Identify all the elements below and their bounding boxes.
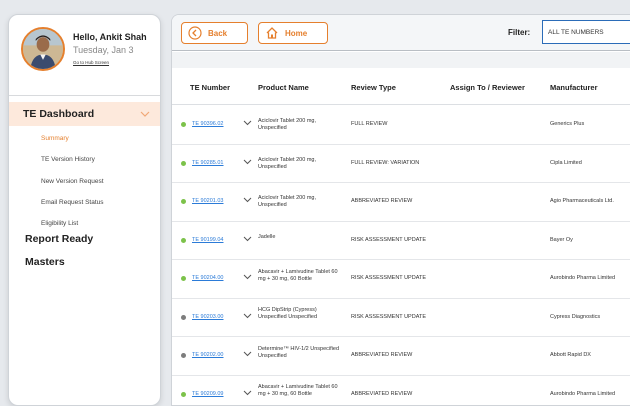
review-type-cell: RISK ASSESSMENT UPDATE <box>351 236 426 243</box>
back-arrow-icon <box>188 26 202 40</box>
status-dot <box>181 276 186 282</box>
product-name-cell: Aciclovir Tablet 200 mg, Unspecified <box>258 195 316 209</box>
product-name-cell: Aciclovir Tablet 200 mg, Unspecified <box>258 118 316 132</box>
table-row[interactable]: TE 90201.03 Aciclovir Tablet 200 mg, Unsp… <box>172 183 630 222</box>
filter-label: Filter: <box>508 28 531 37</box>
chevron-down-icon[interactable] <box>243 119 252 128</box>
review-type-cell: ABBREVIATED REVIEW <box>351 390 413 397</box>
nav-item-te-version-history[interactable]: TE Version History <box>41 156 95 163</box>
table-row[interactable]: TE 90199.04 Jadelle RISK ASSESSMENT UPDATE… <box>172 221 630 260</box>
table-row[interactable]: TE 90202.00 Determine™ HIV-1/2 Unspecifie… <box>172 337 630 376</box>
status-dot <box>181 314 186 320</box>
te-number-link[interactable]: TE 90202.00 <box>192 352 224 358</box>
table-header: TE Number Product Name Review Type Assig… <box>172 69 630 105</box>
product-name-cell: Determine™ HIV-1/2 Unspecified Unspecifi… <box>258 345 340 359</box>
product-name-cell: Jadelle <box>258 233 276 240</box>
column-header-review-type[interactable]: Review Type <box>351 83 396 92</box>
te-number-link[interactable]: TE 90204.00 <box>192 275 224 281</box>
manufacturer-cell: Cypress Diagnostics <box>550 313 601 320</box>
product-name-cell: Abacavir + Lamivudine Tablet 60 mg + 30 … <box>258 268 338 282</box>
manufacturer-cell: Abbott Rapid DX <box>550 352 591 359</box>
status-dot <box>181 199 186 205</box>
nav-report-ready[interactable]: Report Ready <box>25 233 93 245</box>
status-dot <box>181 391 186 397</box>
nav-item-summary[interactable]: Summary <box>41 135 69 142</box>
home-button-label: Home <box>285 28 308 38</box>
header-band <box>172 52 630 68</box>
sidebar: Hello, Ankit Shah Tuesday, Jan 3 Go to H… <box>8 14 161 406</box>
table-row[interactable]: TE 90204.00 Abacavir + Lamivudine Tablet … <box>172 260 630 299</box>
te-number-link[interactable]: TE 90199.04 <box>192 237 224 243</box>
greeting-text: Hello, Ankit Shah <box>73 32 147 42</box>
home-button[interactable]: Home <box>258 22 328 44</box>
te-number-link[interactable]: TE 90209.09 <box>192 391 224 397</box>
chevron-down-icon[interactable] <box>243 235 252 244</box>
te-number-link[interactable]: TE 90396.02 <box>192 121 224 127</box>
review-type-cell: RISK ASSESSMENT UPDATE <box>351 275 426 282</box>
review-type-cell: FULL REVIEW: VARIATION <box>351 159 420 166</box>
nav-item-eligibility-list[interactable]: Eligibility List <box>41 220 78 227</box>
chevron-down-icon[interactable] <box>243 196 252 205</box>
status-dot <box>181 237 186 243</box>
chevron-down-icon[interactable] <box>243 312 252 321</box>
product-name-cell: Aciclovir Tablet 200 mg, Unspecified <box>258 156 316 170</box>
review-type-cell: RISK ASSESSMENT UPDATE <box>351 313 426 320</box>
product-name-cell: HCG DipStrip (Cypress) Unspecified Unspe… <box>258 307 318 321</box>
toolbar: Back Home Filter: ALL TE NUMBERS <box>172 15 630 51</box>
status-dot <box>181 122 186 128</box>
avatar <box>21 27 65 71</box>
nav-item-new-version-request[interactable]: New Version Request <box>41 178 104 185</box>
chevron-down-icon[interactable] <box>243 389 252 398</box>
divider <box>9 95 160 96</box>
back-button[interactable]: Back <box>181 22 248 44</box>
main-panel: Back Home Filter: ALL TE NUMBERS TE Numb… <box>171 14 630 406</box>
nav-item-email-request-status[interactable]: Email Request Status <box>41 199 104 206</box>
manufacturer-cell: Generics Plus <box>550 121 585 128</box>
chevron-down-icon[interactable] <box>243 350 252 359</box>
table-row[interactable]: TE 90203.00 HCG DipStrip (Cypress) Unspec… <box>172 298 630 337</box>
manufacturer-cell: Aurobindo Pharma Limited <box>550 275 616 282</box>
chevron-down-icon[interactable] <box>243 273 252 282</box>
status-dot <box>181 353 186 359</box>
column-header-assign-to[interactable]: Assign To / Reviewer <box>450 83 525 92</box>
te-number-link[interactable]: TE 90285.01 <box>192 160 224 166</box>
nav-masters[interactable]: Masters <box>25 256 65 268</box>
table-row[interactable]: TE 90285.01 Aciclovir Tablet 200 mg, Unsp… <box>172 144 630 183</box>
status-dot <box>181 160 186 166</box>
product-name-cell: Abacavir + Lamivudine Tablet 60 mg + 30 … <box>258 384 338 398</box>
manufacturer-cell: Agio Pharmaceuticals Ltd. <box>550 198 614 205</box>
review-type-cell: ABBREVIATED REVIEW <box>351 198 413 205</box>
table-row[interactable]: TE 90209.09 Abacavir + Lamivudine Tablet … <box>172 375 630 405</box>
hub-screen-link[interactable]: Go to Hub Screen <box>73 60 109 65</box>
table-row[interactable]: TE 90396.02 Aciclovir Tablet 200 mg, Unsp… <box>172 106 630 145</box>
column-header-manufacturer[interactable]: Manufacturer <box>550 83 598 92</box>
avatar-photo <box>23 29 63 69</box>
review-type-cell: FULL REVIEW <box>351 121 388 128</box>
manufacturer-cell: Aurobindo Pharma Limited <box>550 390 616 397</box>
chevron-down-icon <box>140 109 160 120</box>
chevron-down-icon[interactable] <box>243 158 252 167</box>
te-number-link[interactable]: TE 90201.03 <box>192 198 224 204</box>
column-header-product-name[interactable]: Product Name <box>258 83 309 92</box>
filter-dropdown[interactable]: ALL TE NUMBERS <box>542 20 630 44</box>
profile-panel: Hello, Ankit Shah Tuesday, Jan 3 Go to H… <box>9 15 160 87</box>
review-type-cell: ABBREVIATED REVIEW <box>351 352 413 359</box>
manufacturer-cell: Bayer Oy <box>550 236 573 243</box>
home-icon <box>265 26 279 40</box>
manufacturer-cell: Cipla Limited <box>550 159 582 166</box>
te-number-link[interactable]: TE 90203.00 <box>192 314 224 320</box>
back-button-label: Back <box>208 28 228 38</box>
nav-te-dashboard[interactable]: TE Dashboard <box>9 102 160 126</box>
date-text: Tuesday, Jan 3 <box>73 45 134 55</box>
column-header-te-number[interactable]: TE Number <box>190 83 230 92</box>
nav-te-dashboard-label: TE Dashboard <box>23 108 95 120</box>
